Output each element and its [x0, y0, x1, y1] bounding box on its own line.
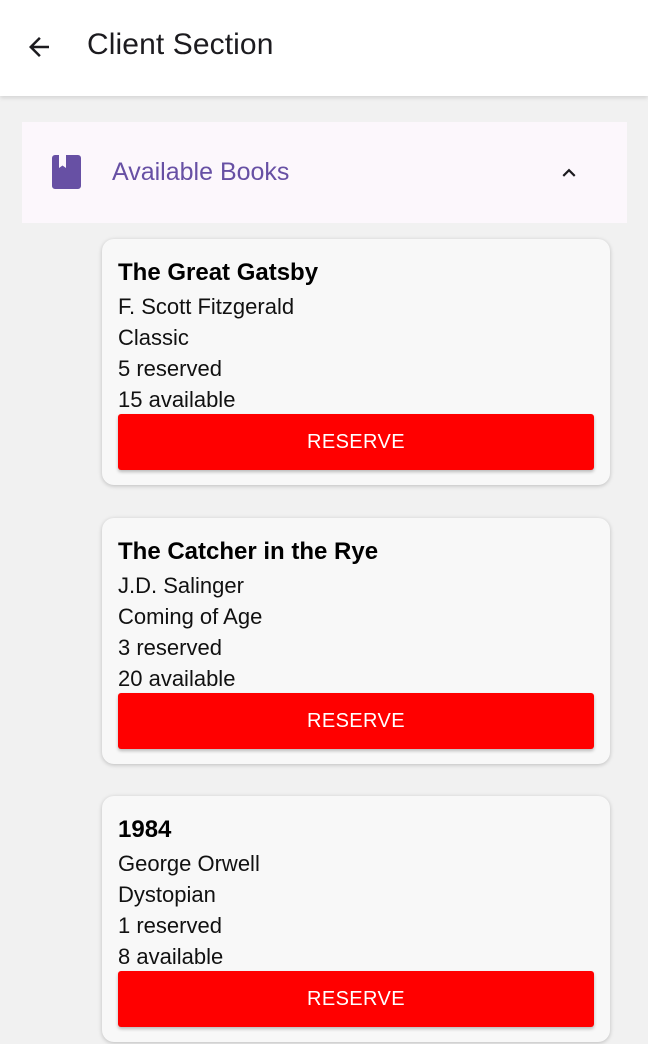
- book-title: The Great Gatsby: [118, 259, 319, 286]
- book-author: George Orwell: [118, 851, 260, 876]
- book-card: The Great Gatsby F. Scott Fitzgerald Cla…: [102, 239, 610, 485]
- section-label[interactable]: Available Books: [112, 158, 289, 187]
- book-available-count: 15 available: [118, 387, 236, 412]
- book-available-count: 20 available: [118, 666, 236, 691]
- book-reserved-count: 5 reserved: [118, 356, 222, 381]
- page-title: Client Section: [87, 28, 274, 61]
- book-reserved-count: 1 reserved: [118, 913, 222, 938]
- reserve-button[interactable]: RESERVE: [118, 693, 594, 749]
- book-title: 1984: [118, 816, 172, 843]
- book-icon: [52, 155, 81, 189]
- reserve-button[interactable]: RESERVE: [118, 414, 594, 470]
- book-card: 1984 George Orwell Dystopian 1 reserved …: [102, 796, 610, 1042]
- back-button[interactable]: [18, 26, 60, 68]
- reserve-button[interactable]: RESERVE: [118, 971, 594, 1027]
- chevron-up-icon[interactable]: [554, 160, 584, 186]
- arrow-back-icon: [29, 37, 49, 57]
- book-genre: Coming of Age: [118, 604, 263, 629]
- book-genre: Classic: [118, 325, 189, 350]
- book-card: The Catcher in the Rye J.D. Salinger Com…: [102, 518, 610, 764]
- book-author: F. Scott Fitzgerald: [118, 294, 295, 319]
- book-author: J.D. Salinger: [118, 573, 244, 598]
- app-bar: Client Section: [0, 0, 648, 96]
- book-available-count: 8 available: [118, 944, 224, 969]
- book-title: The Catcher in the Rye: [118, 538, 379, 565]
- book-genre: Dystopian: [118, 882, 216, 907]
- book-reserved-count: 3 reserved: [118, 635, 222, 660]
